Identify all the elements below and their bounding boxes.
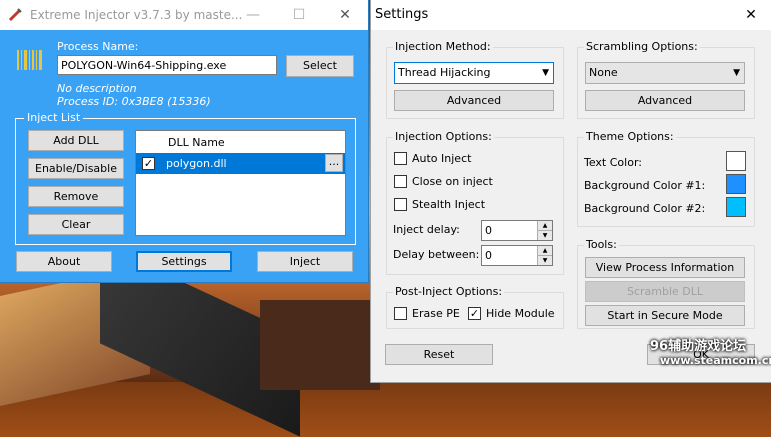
erase-pe-checkbox[interactable] <box>394 307 407 320</box>
scrambling-options-label: Scrambling Options: <box>584 40 700 53</box>
maximize-button[interactable]: ☐ <box>276 0 322 30</box>
stealth-inject-label: Stealth Inject <box>412 198 486 211</box>
process-description: No description <box>57 82 137 95</box>
tools-label: Tools: <box>584 238 619 251</box>
watermark-text: 96辅助游戏论坛 <box>650 339 747 354</box>
barcode-icon <box>16 48 44 74</box>
minimize-button[interactable]: — <box>230 0 276 30</box>
injector-window: Extreme Injector v3.7.3 by maste... — ☐ … <box>0 0 368 282</box>
background-scenery <box>260 300 380 390</box>
dll-name: polygon.dll <box>166 157 227 170</box>
settings-window: Settings ✕ Injection Method: Thread Hija… <box>371 0 771 382</box>
hide-module-checkbox[interactable]: ✓ <box>468 307 481 320</box>
settings-button[interactable]: Settings <box>136 251 232 272</box>
syringe-icon <box>8 8 22 22</box>
clear-button[interactable]: Clear <box>28 214 124 235</box>
list-item[interactable]: ✓ polygon.dll ... <box>136 153 345 174</box>
background-color-2-label: Background Color #2: <box>584 202 706 215</box>
scrambling-select[interactable]: None ▼ <box>585 62 745 84</box>
injection-method-label: Injection Method: <box>393 40 493 53</box>
reset-button[interactable]: Reset <box>385 344 493 365</box>
secure-mode-button[interactable]: Start in Secure Mode <box>585 305 745 326</box>
enable-disable-button[interactable]: Enable/Disable <box>28 158 124 179</box>
inject-list-label: Inject List <box>24 111 84 124</box>
close-on-inject-label: Close on inject <box>412 175 493 188</box>
theme-options-label: Theme Options: <box>584 130 676 143</box>
post-inject-options-label: Post-Inject Options: <box>393 285 505 298</box>
inject-delay-value: 0 <box>485 224 492 237</box>
background-color-2-swatch[interactable] <box>726 197 746 217</box>
erase-pe-label: Erase PE <box>412 307 460 320</box>
process-name-input[interactable]: POLYGON-Win64-Shipping.exe <box>57 55 277 75</box>
dll-list-header[interactable]: DLL Name <box>136 131 345 154</box>
scrambling-value: None <box>589 66 618 79</box>
stealth-inject-checkbox[interactable] <box>394 198 407 211</box>
process-name-label: Process Name: <box>57 40 139 53</box>
delay-between-label: Delay between: <box>393 248 480 261</box>
spin-down-icon[interactable]: ▼ <box>537 231 552 240</box>
background-color-1-swatch[interactable] <box>726 174 746 194</box>
spin-up-icon[interactable]: ▲ <box>537 221 552 231</box>
dll-list[interactable]: DLL Name ✓ polygon.dll ... <box>135 130 346 236</box>
injection-advanced-button[interactable]: Advanced <box>394 90 554 111</box>
remove-button[interactable]: Remove <box>28 186 124 207</box>
delay-between-spinner[interactable]: 0 ▲ ▼ <box>481 245 553 266</box>
settings-titlebar[interactable]: Settings ✕ <box>371 0 771 30</box>
dll-options-button[interactable]: ... <box>325 154 343 172</box>
auto-inject-checkbox[interactable] <box>394 152 407 165</box>
scrambling-advanced-button[interactable]: Advanced <box>585 90 745 111</box>
text-color-swatch[interactable] <box>726 151 746 171</box>
dll-enabled-checkbox[interactable]: ✓ <box>142 157 155 170</box>
close-button[interactable]: ✕ <box>731 0 771 30</box>
delay-between-value: 0 <box>485 249 492 262</box>
inject-button[interactable]: Inject <box>257 251 353 272</box>
close-on-inject-checkbox[interactable] <box>394 175 407 188</box>
auto-inject-label: Auto Inject <box>412 152 472 165</box>
select-process-button[interactable]: Select <box>286 55 354 77</box>
hide-module-label: Hide Module <box>486 307 555 320</box>
spin-down-icon[interactable]: ▼ <box>537 256 552 265</box>
inject-delay-spinner[interactable]: 0 ▲ ▼ <box>481 220 553 241</box>
settings-title: Settings <box>375 7 429 22</box>
injector-titlebar[interactable]: Extreme Injector v3.7.3 by maste... — ☐ … <box>0 0 368 30</box>
chevron-down-icon: ▼ <box>733 68 740 78</box>
injection-method-value: Thread Hijacking <box>398 66 491 79</box>
inject-delay-label: Inject delay: <box>393 223 460 236</box>
watermark-url: www.steamcom.cn <box>660 354 771 367</box>
injection-options-label: Injection Options: <box>393 130 494 143</box>
spin-up-icon[interactable]: ▲ <box>537 246 552 256</box>
injector-title: Extreme Injector v3.7.3 by maste... <box>30 8 243 22</box>
dll-name-column: DLL Name <box>168 136 225 149</box>
background-color-1-label: Background Color #1: <box>584 179 706 192</box>
scramble-dll-button[interactable]: Scramble DLL <box>585 281 745 302</box>
close-button[interactable]: ✕ <box>322 0 368 30</box>
injection-method-select[interactable]: Thread Hijacking ▼ <box>394 62 554 84</box>
text-color-label: Text Color: <box>584 156 642 169</box>
chevron-down-icon: ▼ <box>542 68 549 78</box>
process-id: Process ID: 0x3BE8 (15336) <box>57 95 211 108</box>
view-process-information-button[interactable]: View Process Information <box>585 257 745 278</box>
add-dll-button[interactable]: Add DLL <box>28 130 124 151</box>
about-button[interactable]: About <box>16 251 112 272</box>
